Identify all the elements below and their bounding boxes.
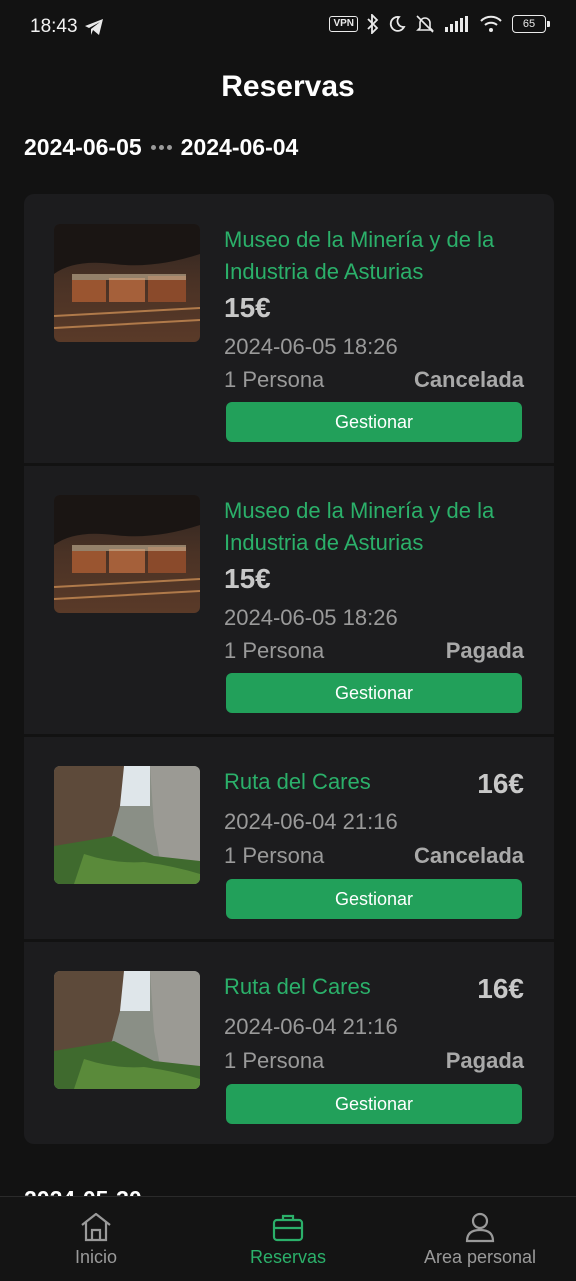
reservation-title: Ruta del Cares <box>224 974 371 999</box>
wifi-icon <box>480 15 502 32</box>
nav-label: Area personal <box>423 1247 537 1267</box>
home-icon <box>81 1212 111 1242</box>
reservation-people: 1 Persona <box>224 1048 325 1073</box>
reservation-datetime: 2024-06-05 18:26 <box>224 334 398 359</box>
gorge-trail-image <box>54 766 200 884</box>
reservation-price: 15€ <box>224 563 271 594</box>
date-range-start: 2024-06-05 <box>24 134 142 160</box>
page-title: Reservas <box>221 70 355 103</box>
divider <box>24 463 554 466</box>
reservation-datetime: 2024-06-05 18:26 <box>224 605 398 630</box>
bell-off-icon <box>416 15 434 33</box>
reservation-status: Pagada <box>445 1048 524 1073</box>
manage-button[interactable]: Gestionar <box>226 879 522 919</box>
reservation-people: 1 Persona <box>224 638 325 663</box>
reservation-status: Cancelada <box>413 843 524 868</box>
reservation-people: 1 Persona <box>224 843 325 868</box>
nav-item-inicio[interactable]: Inicio <box>0 1197 192 1281</box>
ellipsis-icon <box>150 145 172 150</box>
manage-button[interactable]: Gestionar <box>226 673 522 713</box>
bottom-nav: Inicio Reservas Area personal <box>0 1196 576 1281</box>
nav-label: Inicio <box>74 1247 118 1267</box>
reservations-list: Museo de la Minería y de la Industria de… <box>24 194 554 1144</box>
reservation-datetime: 2024-06-04 21:16 <box>224 809 398 834</box>
reservation-price: 15€ <box>224 292 271 323</box>
gorge-trail-image <box>54 971 200 1089</box>
reservation-price: 16€ <box>477 973 524 1004</box>
briefcase-icon <box>272 1214 304 1242</box>
battery-icon: 65 <box>512 15 550 33</box>
reservation-status: Pagada <box>445 638 524 663</box>
status-time: 18:43 <box>30 16 78 37</box>
manage-button[interactable]: Gestionar <box>226 1084 522 1124</box>
mine-train-image <box>54 224 200 342</box>
telegram-icon <box>85 19 103 35</box>
nav-label: Reservas <box>249 1247 327 1267</box>
nav-item-reservas[interactable]: Reservas <box>192 1197 384 1281</box>
mine-train-image <box>54 495 200 613</box>
date-range[interactable]: 2024-06-05 2024-06-04 <box>24 134 298 161</box>
divider <box>24 939 554 942</box>
reservation-title: Museo de la Minería y de la Industria de… <box>224 498 495 555</box>
moon-icon <box>389 16 406 32</box>
reservation-status: Cancelada <box>413 367 524 392</box>
reservation-title: Ruta del Cares <box>224 769 371 794</box>
reservation-title: Museo de la Minería y de la Industria de… <box>224 227 495 284</box>
date-range-end: 2024-06-04 <box>180 134 299 160</box>
reservation-price: 16€ <box>477 768 524 799</box>
status-bar: 18:43 VPN 65 <box>0 0 576 56</box>
reservation-datetime: 2024-06-04 21:16 <box>224 1014 398 1039</box>
nav-item-area-personal[interactable]: Area personal <box>384 1197 576 1281</box>
divider <box>24 734 554 737</box>
system-icons: VPN 65 <box>329 14 550 34</box>
reservation-people: 1 Persona <box>224 367 325 392</box>
manage-button[interactable]: Gestionar <box>226 402 522 442</box>
person-icon <box>465 1212 495 1243</box>
vpn-icon: VPN <box>329 16 358 32</box>
bluetooth-icon <box>367 14 379 34</box>
signal-icon <box>445 16 468 32</box>
